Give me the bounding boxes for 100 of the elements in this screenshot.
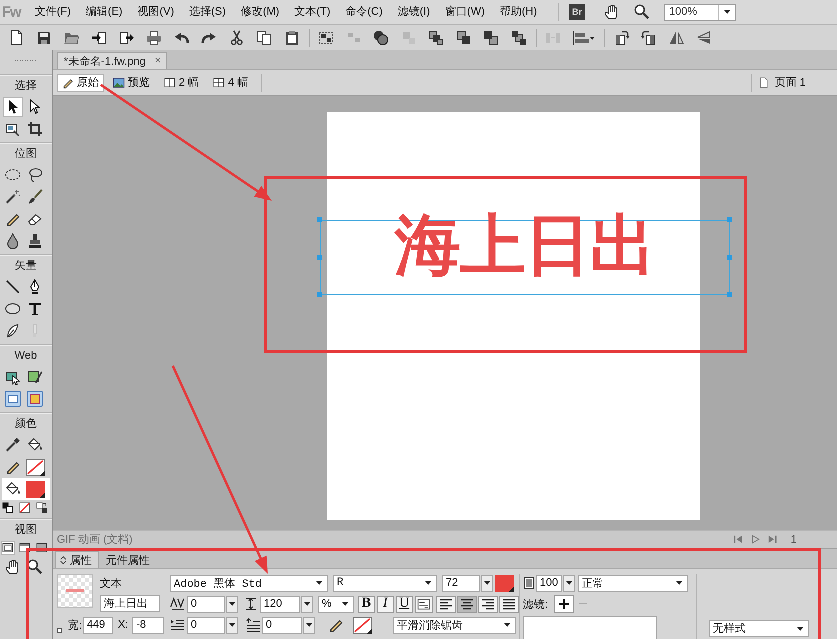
kerning-field[interactable]: 0 [187,596,225,612]
paint-bucket-icon[interactable] [5,481,21,497]
canvas-text[interactable]: 海上日出 [395,212,655,278]
menu-item[interactable]: 文本(T) [288,4,338,20]
caret-icon[interactable] [797,626,804,630]
no-color-icon[interactable] [18,501,32,515]
menu-item[interactable]: 窗口(W) [438,4,492,20]
play-icon[interactable] [750,535,760,544]
dropdown-button[interactable] [226,596,238,612]
image-icon[interactable] [113,76,125,88]
two-pane-icon[interactable] [164,76,176,88]
default-colors-icon[interactable] [1,501,15,515]
new-document-icon[interactable] [8,30,25,46]
bring-forward-icon[interactable] [456,30,472,46]
leading-unit-dropdown[interactable]: % [318,596,354,612]
view-button[interactable]: 2 幅 [159,74,204,92]
view-button[interactable]: 原始 [57,74,104,92]
printer-icon[interactable] [146,30,162,46]
join-icon[interactable] [373,30,390,46]
standard-screen-icon[interactable] [1,541,15,555]
font-family-dropdown[interactable]: Adobe 黑体 Std [170,574,328,592]
align-center-icon[interactable] [457,596,477,612]
next-frame-icon[interactable] [768,535,777,544]
plus-icon[interactable] [559,599,570,609]
panel-tab[interactable]: 属性 [55,551,99,568]
space-before-icon[interactable] [246,618,260,632]
font-style-dropdown[interactable]: R [333,574,437,592]
caret-icon[interactable] [724,10,731,14]
view-button[interactable]: 预览 [108,74,155,92]
bring-to-front-icon[interactable] [428,30,444,46]
send-backward-icon[interactable] [483,30,500,46]
constrain-icon[interactable] [57,628,62,633]
import-icon[interactable] [91,30,108,46]
name-field[interactable]: 海上日出 [100,595,160,612]
rotate-left-icon[interactable] [614,30,630,46]
resize-handle[interactable] [317,217,322,222]
menu-item[interactable]: 滤镜(I) [390,4,438,20]
caret-icon[interactable] [306,623,312,627]
menu-item[interactable]: 选择(S) [182,4,234,20]
menu-item[interactable]: 编辑(E) [79,4,130,20]
pointer-icon[interactable] [3,97,23,117]
justify-icon[interactable] [499,596,519,612]
caret-icon[interactable] [676,581,683,585]
swap-colors-icon[interactable] [35,501,49,515]
space-before-field[interactable]: 0 [262,616,302,634]
collapse-icon[interactable] [60,556,67,564]
dropdown-button[interactable] [226,616,238,634]
leading-icon[interactable] [244,597,258,611]
caret-icon[interactable] [484,581,490,585]
zoom-dropdown[interactable]: 100% [664,4,736,20]
align-left-icon[interactable] [436,596,456,612]
page-label[interactable]: 页面 1 [774,75,806,90]
show-slices-icon[interactable] [25,389,45,409]
caret-icon[interactable] [228,602,236,606]
add-filter-button[interactable] [554,595,574,613]
app-launch-button[interactable]: Br [569,4,586,20]
menu-item[interactable]: 命令(C) [338,4,390,20]
copy-icon[interactable] [256,30,272,46]
leading-field[interactable]: 120 [260,596,300,612]
menu-item[interactable]: 帮助(H) [493,4,544,20]
caret-icon[interactable] [304,602,310,606]
magnifier-icon[interactable] [634,4,650,20]
text-color-swatch-icon[interactable] [495,574,514,592]
caret-icon[interactable] [425,581,432,585]
four-pane-icon[interactable] [213,76,226,88]
resize-handle[interactable] [727,292,732,297]
kerning-icon[interactable] [170,597,186,611]
x-field[interactable]: -8 [132,616,164,634]
group-icon[interactable] [318,30,334,46]
flip-vertical-icon[interactable] [696,30,712,46]
fill-color-control[interactable] [2,478,50,500]
send-to-back-icon[interactable] [510,30,527,46]
hand-icon[interactable] [604,4,620,20]
dropdown-button[interactable] [301,596,313,612]
flip-horizontal-icon[interactable] [668,30,685,46]
font-size-field[interactable]: 72 [442,574,480,592]
caret-icon[interactable] [342,602,349,606]
caret-icon[interactable] [316,581,323,585]
resize-handle[interactable] [727,254,732,260]
align-icon[interactable] [572,30,596,46]
width-field[interactable]: 449 [83,616,114,634]
document-tab[interactable]: *未命名-1.fw.png × [57,52,168,69]
caret-icon[interactable] [566,581,572,585]
format-button[interactable]: U [396,596,413,612]
stroke-swatch-icon[interactable] [353,616,372,634]
clipboard-icon[interactable] [284,30,300,46]
dropdown-button[interactable] [481,574,493,592]
caret-icon[interactable] [228,623,236,627]
indent-icon[interactable] [170,618,186,632]
scissors-icon[interactable] [228,30,245,46]
resize-handle[interactable] [317,292,322,297]
pencil-icon[interactable] [62,76,74,88]
dropdown-button[interactable] [563,574,575,592]
page-icon[interactable] [758,76,770,88]
menu-item[interactable]: 文件(F) [28,4,78,20]
save-icon[interactable] [36,30,52,46]
antialias-dropdown[interactable]: 平滑消除锯齿 [393,616,516,634]
close-button[interactable]: × [154,56,162,66]
style-dropdown[interactable]: 无样式 [709,620,809,637]
blend-mode-dropdown[interactable]: 正常 [578,574,688,592]
